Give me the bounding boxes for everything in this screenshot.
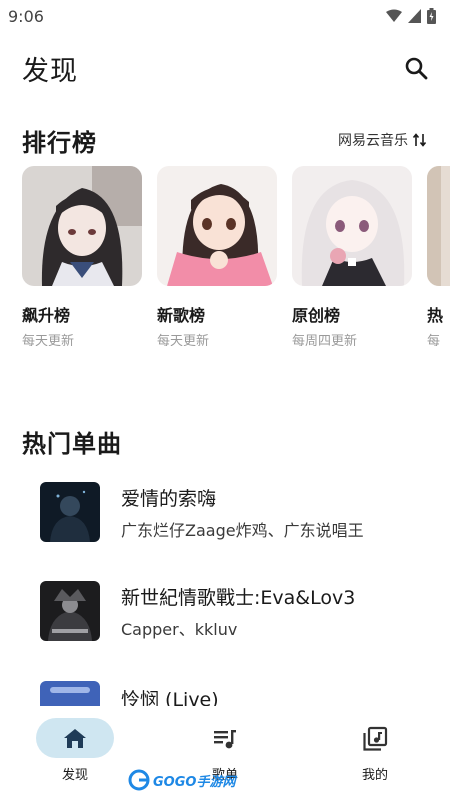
- search-button[interactable]: [400, 52, 432, 84]
- chart-card-new-songs[interactable]: 新歌榜 每天更新: [157, 166, 277, 346]
- status-bar: 9:06: [0, 0, 450, 32]
- hot-songs-section-title: 热门单曲: [22, 429, 122, 458]
- watermark: GOGO手游网: [128, 768, 278, 792]
- sort-arrows-icon: [412, 133, 427, 147]
- status-time: 9:06: [8, 6, 44, 26]
- song-title: 新世紀情歌戰士:Eva&Lov3: [121, 586, 356, 609]
- song-cover-image: [40, 482, 100, 542]
- chart-name: 飙升榜: [22, 306, 71, 325]
- chart-update-frequency: 每: [427, 334, 441, 346]
- chart-cover-image: [427, 166, 450, 286]
- page-title: 发现: [22, 55, 78, 87]
- search-icon: [405, 57, 428, 80]
- nav-label: 我的: [361, 768, 388, 783]
- chart-cover-image: [22, 166, 142, 286]
- chart-cover-image: [157, 166, 277, 286]
- chart-name: 原创榜: [292, 306, 341, 325]
- song-artist: 广东烂仔Zaage炸鸡、广东说唱王: [121, 520, 364, 540]
- battery-icon: [427, 8, 436, 24]
- home-icon: [64, 729, 86, 748]
- status-icons: [386, 8, 436, 24]
- nav-item-mine[interactable]: 我的: [300, 706, 450, 800]
- hot-songs-section-header: 热门单曲: [22, 422, 428, 460]
- chart-update-frequency: 每天更新: [22, 334, 75, 346]
- chart-update-frequency: 每天更新: [157, 334, 210, 346]
- wifi-icon: [386, 9, 402, 22]
- charts-carousel[interactable]: 飙升榜 每天更新 新歌榜 每天更新 原创榜 每周四更新 热 每: [22, 166, 450, 346]
- chart-cover-image: [292, 166, 412, 286]
- top-bar: 发现: [22, 46, 432, 90]
- chart-name: 新歌榜: [157, 306, 206, 325]
- playlist-icon: [214, 730, 236, 749]
- song-artist: Capper、kkluv: [121, 619, 238, 639]
- watermark-text: GOGO手游网: [153, 774, 236, 790]
- song-list-item[interactable]: 爱情的索嗨 广东烂仔Zaage炸鸡、广东说唱王: [40, 481, 440, 543]
- chart-card-hot[interactable]: 热 每: [427, 166, 450, 346]
- song-title: 爱情的索嗨: [121, 487, 217, 510]
- song-cover-image: [40, 581, 100, 641]
- song-list-item[interactable]: 新世紀情歌戰士:Eva&Lov3 Capper、kkluv: [40, 580, 440, 642]
- chart-update-frequency: 每周四更新: [292, 334, 358, 346]
- chart-card-original[interactable]: 原创榜 每周四更新: [292, 166, 412, 346]
- chart-source-switch[interactable]: 网易云音乐: [338, 130, 428, 150]
- library-icon: [363, 726, 388, 751]
- chart-name: 热: [427, 306, 444, 325]
- charts-section-title: 排行榜: [22, 128, 97, 157]
- watermark-logo-icon: [128, 769, 150, 791]
- charts-section-header: 排行榜 网易云音乐: [22, 122, 428, 158]
- cellular-signal-icon: [408, 9, 421, 23]
- chart-source-label: 网易云音乐: [338, 133, 408, 149]
- chart-card-soaring[interactable]: 飙升榜 每天更新: [22, 166, 142, 346]
